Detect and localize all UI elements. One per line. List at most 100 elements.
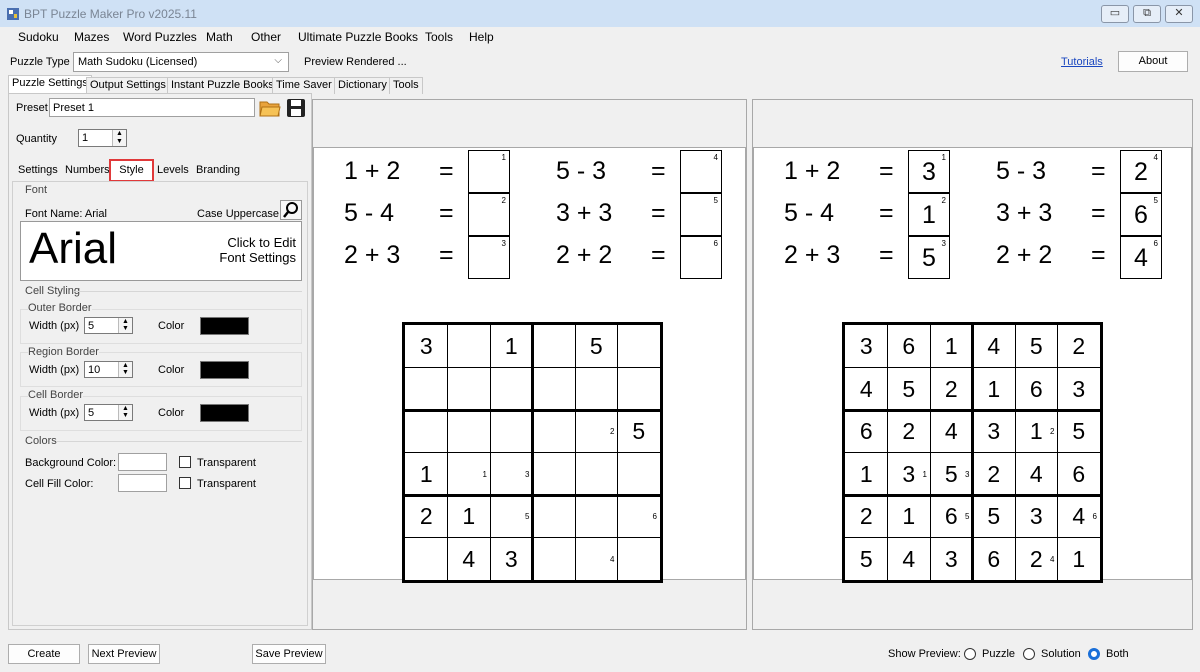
cell-fill-color-swatch[interactable] [118,474,167,492]
solution-grid-cell: 6 [1015,368,1058,411]
stepper-arrows-icon[interactable]: ▲ ▼ [118,318,132,333]
close-button[interactable]: ✕ [1165,5,1193,23]
tab-puzzle-settings[interactable]: Puzzle Settings [8,75,92,94]
subtab-branding[interactable]: Branding [193,163,243,180]
maximize-button[interactable]: ⧉ [1133,5,1161,23]
search-icon[interactable] [280,200,302,220]
solution-cell-value: 6 [1029,375,1043,402]
solution-cell-value: 4 [1029,460,1043,487]
solution-equation: 5 - 4 [784,199,835,227]
region-border-color-label: Color [158,364,185,376]
puzzle-grid-cell [575,368,618,411]
stepper-arrows-icon[interactable]: ▲ ▼ [112,130,126,146]
solution-cell-value: 1 [1072,545,1086,572]
stepper-arrows-icon[interactable]: ▲ ▼ [118,405,132,420]
solution-answer-box: 21 [908,193,950,236]
quantity-stepper[interactable]: 1 ▲ ▼ [78,129,127,147]
solution-grid-cell: 5 [1058,410,1101,453]
stepper-arrows-icon[interactable]: ▲ ▼ [118,362,132,377]
solution-grid-cell: 3 [845,325,888,368]
puzzle-grid-cell: 5 [575,325,618,368]
tab-tools[interactable]: Tools [389,77,423,94]
subtab-style[interactable]: Style [109,159,154,182]
menu-other[interactable]: Other [251,30,281,44]
solution-equation: 3 + 3 [996,199,1053,227]
solution-grid-cell: 5 [888,368,931,411]
solution-cell-value: 1 [944,333,958,359]
show-both-radio[interactable] [1088,648,1100,660]
menu-sudoku[interactable]: Sudoku [18,30,59,44]
region-border-title: Region Border [28,346,99,358]
region-border-width-stepper[interactable]: 10 ▲ ▼ [84,361,133,378]
minimize-button[interactable]: ▭ [1101,5,1129,23]
puzzle-grid-cell [405,368,448,411]
background-transparent-checkbox[interactable] [179,456,191,468]
background-color-swatch[interactable] [118,453,167,471]
menu-help[interactable]: Help [469,30,494,44]
puzzle-grid-cell: 4 [448,538,491,581]
cell-border-width-value: 5 [88,407,95,419]
puzzle-grid-cell [533,453,576,496]
cell-border-color-swatch[interactable] [200,404,249,422]
create-button[interactable]: Create [8,644,80,664]
font-preview-box[interactable]: Arial Click to Edit Font Settings [20,221,302,281]
puzzle-cell-value: 3 [419,333,433,359]
save-icon[interactable] [286,98,306,118]
solution-equals-sign: = [879,157,894,185]
tab-dictionary[interactable]: Dictionary [334,77,391,94]
solution-grid-cell: 2 [1058,325,1101,368]
region-border-color-swatch[interactable] [200,361,249,379]
puzzle-grid-cell: 1 [448,453,491,496]
puzzle-equals-sign: = [439,199,454,227]
colors-group-title: Colors [25,435,57,447]
solution-cell-value: 1 [902,503,916,529]
menu-mazes[interactable]: Mazes [74,30,109,44]
window-title: BPT Puzzle Maker Pro v2025.11 [24,7,197,21]
solution-equation: 2 + 2 [996,241,1053,269]
menu-tools[interactable]: Tools [425,30,453,44]
cell-fill-transparent-checkbox[interactable] [179,477,191,489]
tutorials-link[interactable]: Tutorials [1061,56,1103,68]
cell-border-title: Cell Border [28,389,84,401]
solution-cell-corner-number: 1 [922,469,927,479]
solution-grid-cell: 5 [973,495,1016,538]
show-solution-radio[interactable] [1023,648,1035,660]
solution-cell-value: 3 [1029,503,1043,529]
puzzle-answer-index: 5 [713,196,718,205]
solution-grid-cell: 53 [930,453,973,496]
save-preview-button[interactable]: Save Preview [252,644,326,664]
menu-math[interactable]: Math [206,30,233,44]
puzzle-cell-value: 3 [504,545,518,572]
subtab-levels[interactable]: Levels [154,163,192,180]
solution-cell-value: 4 [859,375,873,402]
tab-time-saver[interactable]: Time Saver [272,77,336,94]
puzzle-type-select[interactable]: Math Sudoku (Licensed) ⌵ [73,52,289,72]
tab-output-settings[interactable]: Output Settings [86,77,170,94]
subtab-settings[interactable]: Settings [15,163,61,180]
outer-border-width-stepper[interactable]: 5 ▲ ▼ [84,317,133,334]
divider [56,441,302,442]
solution-cell-value: 6 [987,545,1001,572]
solution-equals-sign: = [879,199,894,227]
menu-ultimate-puzzle-books[interactable]: Ultimate Puzzle Books [298,30,418,44]
puzzle-equals-sign: = [651,199,666,227]
puzzle-cell-value: 4 [462,545,476,572]
preset-input[interactable]: Preset 1 [49,98,255,117]
cell-border-width-stepper[interactable]: 5 ▲ ▼ [84,404,133,421]
show-both-label: Both [1106,648,1129,660]
tab-instant-puzzle-books[interactable]: Instant Puzzle Books [167,77,278,94]
folder-open-icon[interactable] [259,98,281,118]
show-puzzle-radio[interactable] [964,648,976,660]
subtab-numbers[interactable]: Numbers [62,163,113,180]
puzzle-answer-index: 2 [501,196,506,205]
solution-cell-value: 3 [902,460,916,487]
outer-border-color-swatch[interactable] [200,317,249,335]
puzzle-grid-cell [618,368,661,411]
solution-grid-cell: 6 [973,538,1016,581]
about-button[interactable]: About [1118,51,1188,72]
next-preview-button[interactable]: Next Preview [88,644,160,664]
puzzle-grid-cell: 2 [575,410,618,453]
puzzle-answer-index: 1 [501,153,506,162]
menu-word-puzzles[interactable]: Word Puzzles [123,30,197,44]
puzzle-cell-corner-number: 2 [610,427,615,436]
